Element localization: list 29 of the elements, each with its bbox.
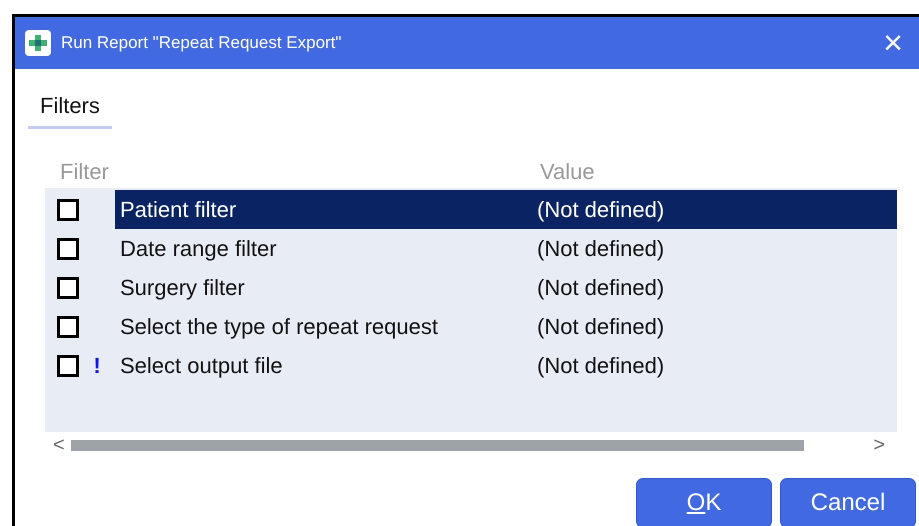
filter-value: (Not defined) [537,274,664,302]
filter-name[interactable]: Select output file [120,349,537,382]
checkbox[interactable] [57,276,79,298]
window-title: Run Report "Repeat Request Export" [61,32,342,54]
filter-name[interactable]: Surgery filter [120,271,537,304]
scrollbar-thumb[interactable] [70,440,804,450]
app-icon [25,30,51,56]
tab[interactable]: Filters [28,89,112,129]
filter-value: (Not defined) [537,235,664,263]
scroll-right-button[interactable]: > [873,430,885,460]
scroll-left-button[interactable]: < [53,430,65,460]
horizontal-scrollbar[interactable]: < > [45,432,897,458]
checkbox[interactable] [57,354,79,376]
filter-value: (Not defined) [537,352,664,380]
column-header: Filter [60,158,110,186]
dialog-button[interactable]: OK [636,478,772,526]
filter-value: (Not defined) [537,313,664,341]
filter-value: (Not defined) [537,196,664,224]
checkbox[interactable] [57,238,79,260]
filter-name[interactable]: Patient filter [120,193,537,226]
close-button[interactable]: × [879,26,907,60]
filter-name[interactable]: Date range filter [120,232,537,265]
warning-mark: ! [92,352,102,380]
selected-row-highlight[interactable]: Patient filter (Not defined) [115,190,897,229]
dialog-button[interactable]: Cancel [780,478,916,526]
checkbox[interactable] [57,198,79,220]
checkbox[interactable] [57,316,79,338]
column-header: Value [540,158,595,186]
filter-name[interactable]: Select the type of repeat request [120,310,537,343]
